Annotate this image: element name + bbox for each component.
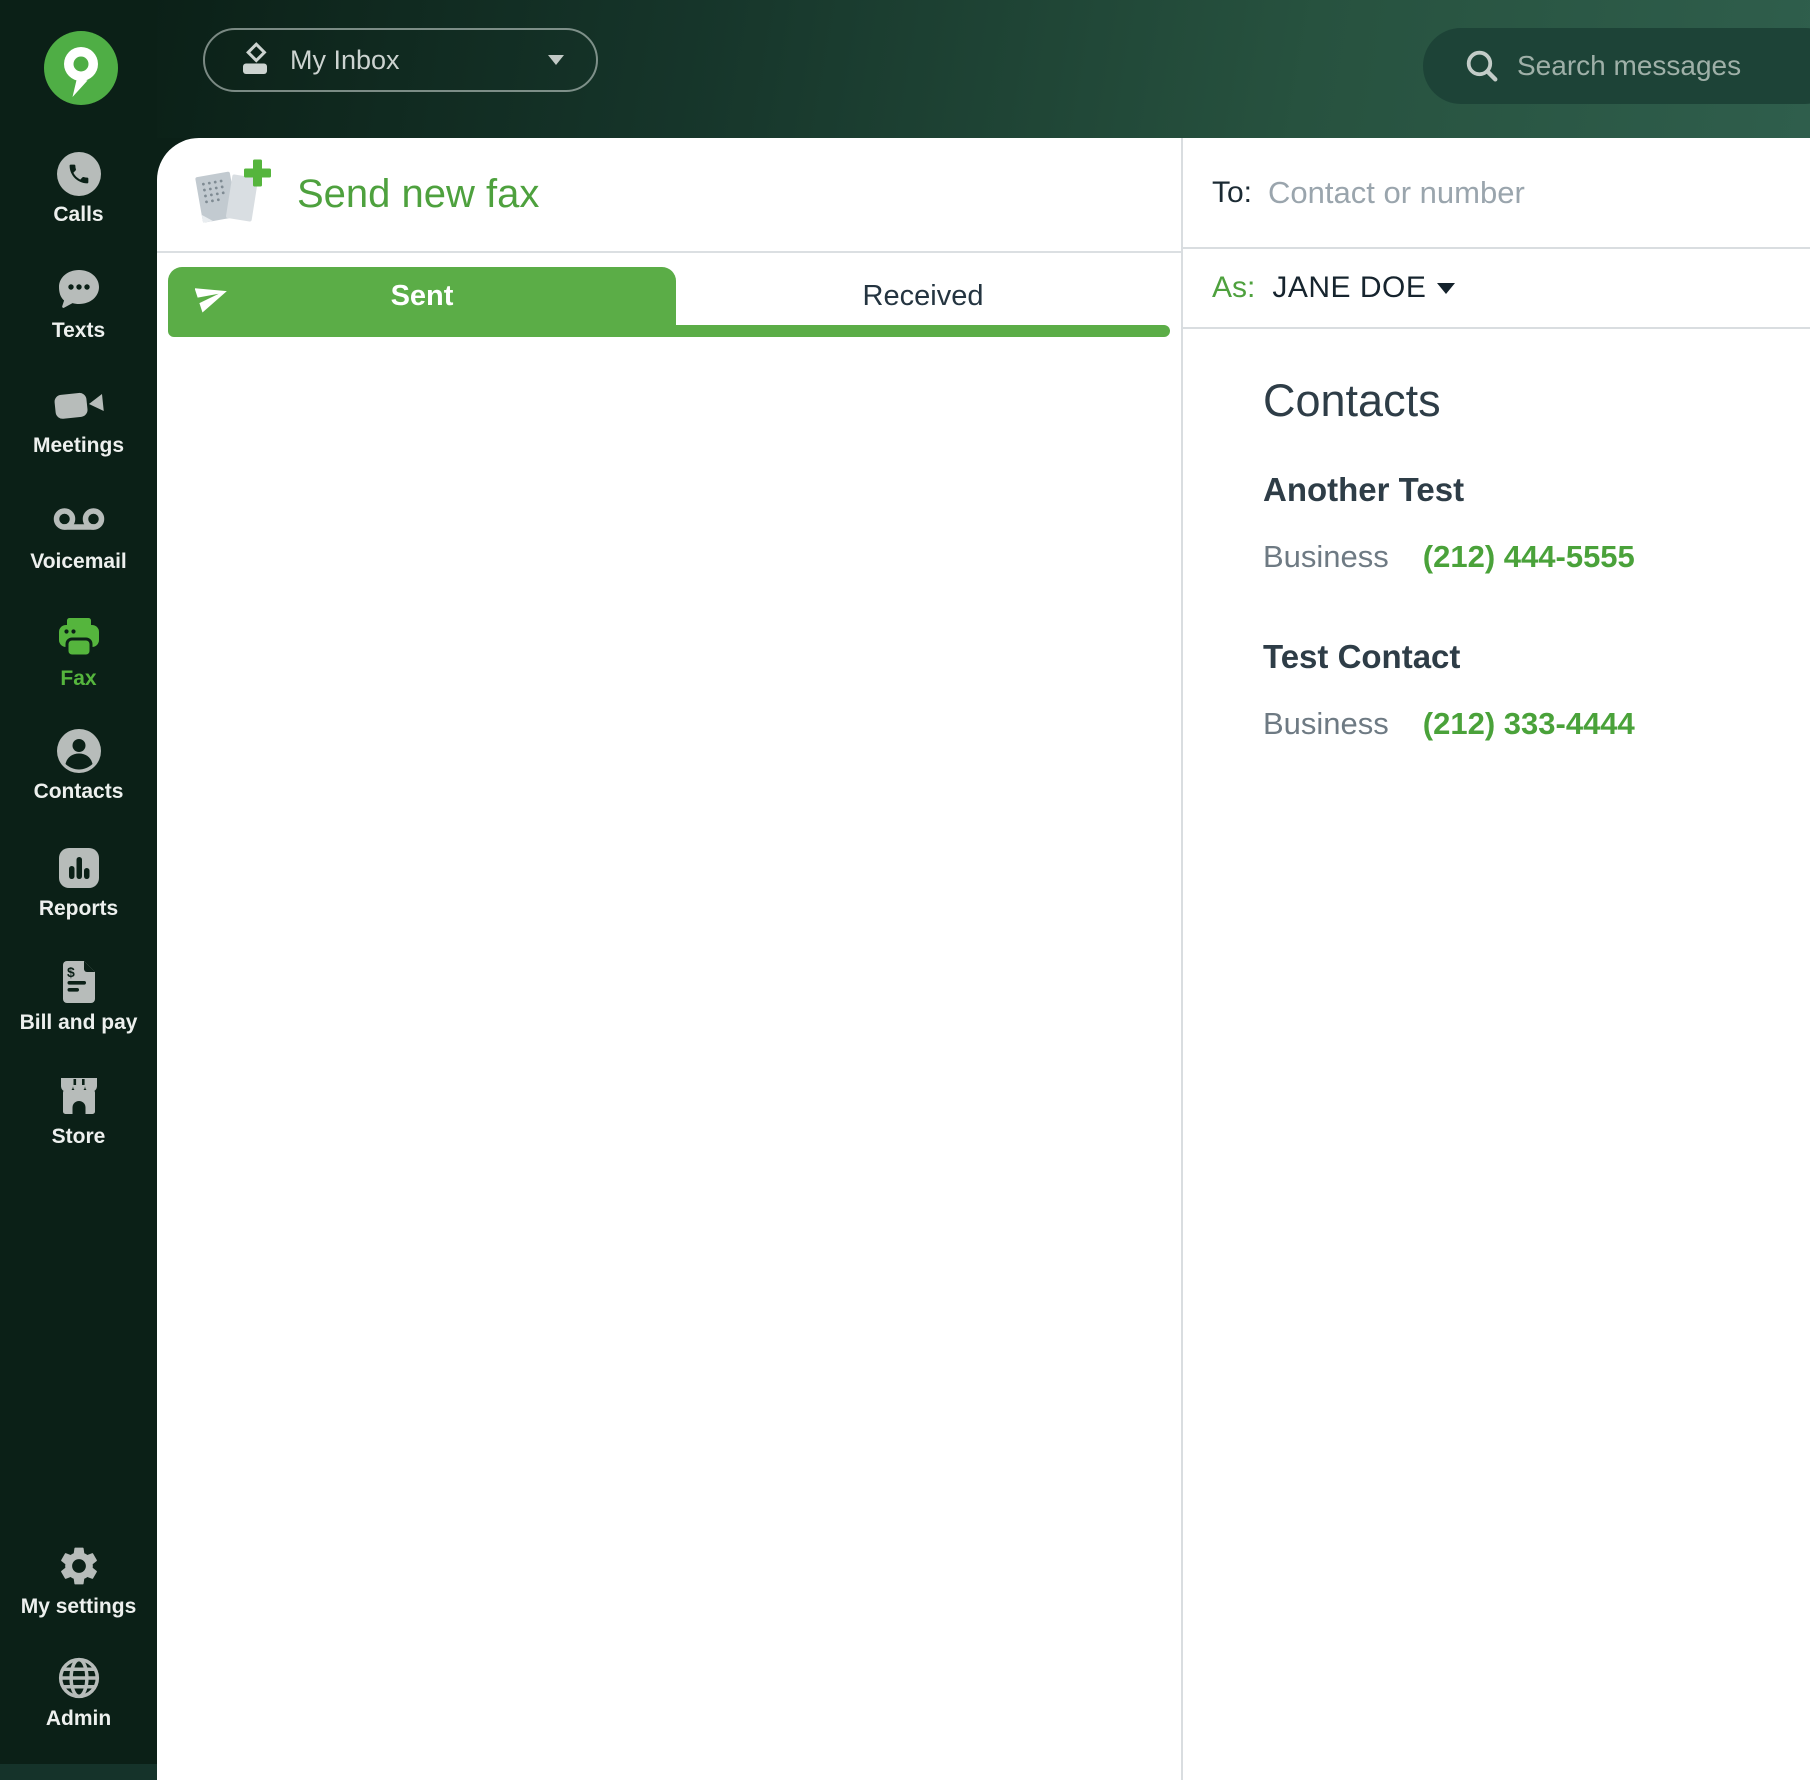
sidebar-bottom-strip bbox=[0, 1764, 157, 1780]
video-camera-icon bbox=[53, 386, 105, 424]
contacts-heading: Contacts bbox=[1263, 375, 1810, 427]
search-bar[interactable] bbox=[1423, 28, 1810, 104]
sidebar-item-label: Reports bbox=[39, 897, 118, 921]
bar-chart-icon bbox=[57, 846, 101, 890]
sidebar-item-label: Admin bbox=[46, 1707, 111, 1731]
fax-panel: Send new fax Sent Received bbox=[157, 138, 1181, 1780]
sidebar-item-bill-and-pay[interactable]: $ Bill and pay bbox=[0, 958, 157, 1035]
sidebar-item-label: Calls bbox=[53, 203, 103, 227]
sidebar-item-texts[interactable]: Texts bbox=[0, 266, 157, 343]
contact-number-row: Business (212) 333-4444 bbox=[1263, 706, 1810, 742]
sidebar-item-calls[interactable]: Calls bbox=[0, 150, 157, 227]
new-fax-icon bbox=[187, 158, 273, 238]
sidebar-item-meetings[interactable]: Meetings bbox=[0, 381, 157, 458]
topbar: My Inbox bbox=[0, 0, 1810, 138]
gear-icon bbox=[56, 1543, 102, 1589]
sidebar-item-label: My settings bbox=[21, 1595, 137, 1619]
contact-name: Test Contact bbox=[1263, 637, 1810, 677]
chevron-down-icon bbox=[548, 55, 564, 65]
compose-panel: To: As: JANE DOE Contacts Another Test B… bbox=[1181, 138, 1810, 1780]
fax-printer-icon bbox=[55, 616, 103, 660]
send-new-fax-button[interactable]: Send new fax bbox=[157, 138, 1181, 253]
sidebar-item-store[interactable]: Store bbox=[0, 1072, 157, 1149]
as-row: As: JANE DOE bbox=[1183, 249, 1810, 329]
person-icon bbox=[57, 729, 101, 773]
sidebar-item-reports[interactable]: Reports bbox=[0, 844, 157, 921]
sidebar-item-admin[interactable]: Admin bbox=[0, 1654, 157, 1731]
contacts-section: Contacts Another Test Business (212) 444… bbox=[1183, 329, 1810, 742]
sidebar-item-label: Texts bbox=[52, 319, 105, 343]
contact-number-type: Business bbox=[1263, 539, 1389, 575]
paper-plane-icon bbox=[195, 279, 229, 313]
tabs-underline bbox=[168, 325, 1170, 337]
contact-number-type: Business bbox=[1263, 706, 1389, 742]
invoice-icon: $ bbox=[59, 959, 99, 1005]
contact-name: Another Test bbox=[1263, 470, 1810, 510]
inbox-selector-label: My Inbox bbox=[290, 45, 400, 76]
voicemail-icon bbox=[53, 504, 105, 538]
tab-sent[interactable]: Sent bbox=[168, 267, 676, 325]
tab-received-label: Received bbox=[863, 280, 984, 313]
chat-bubble-icon bbox=[55, 268, 103, 312]
contact-number-row: Business (212) 444-5555 bbox=[1263, 539, 1810, 575]
contact-entry[interactable]: Another Test Business (212) 444-5555 bbox=[1263, 470, 1810, 575]
to-row: To: bbox=[1183, 138, 1810, 249]
sidebar-item-label: Voicemail bbox=[30, 550, 127, 574]
app-logo-icon[interactable] bbox=[44, 31, 118, 105]
search-input[interactable] bbox=[1515, 49, 1799, 83]
contact-number-link[interactable]: (212) 333-4444 bbox=[1423, 706, 1635, 742]
sidebar-item-my-settings[interactable]: My settings bbox=[0, 1542, 157, 1619]
tab-sent-label: Sent bbox=[391, 280, 454, 313]
sidebar: Calls Texts Meetings bbox=[0, 0, 157, 1780]
to-input[interactable] bbox=[1266, 174, 1710, 212]
contact-entry[interactable]: Test Contact Business (212) 333-4444 bbox=[1263, 637, 1810, 742]
sidebar-item-voicemail[interactable]: Voicemail bbox=[0, 497, 157, 574]
tab-received[interactable]: Received bbox=[676, 267, 1170, 325]
phone-icon bbox=[57, 152, 101, 196]
sidebar-item-label: Contacts bbox=[34, 780, 124, 804]
to-label: To: bbox=[1212, 176, 1252, 210]
contact-number-link[interactable]: (212) 444-5555 bbox=[1423, 539, 1635, 575]
sender-identity-dropdown[interactable]: JANE DOE bbox=[1272, 271, 1455, 305]
chevron-down-icon bbox=[1437, 283, 1455, 294]
svg-text:$: $ bbox=[67, 964, 75, 980]
globe-icon bbox=[57, 1656, 101, 1700]
search-icon bbox=[1463, 47, 1501, 85]
fax-tabs: Sent Received bbox=[168, 267, 1170, 337]
sidebar-item-contacts[interactable]: Contacts bbox=[0, 727, 157, 804]
sidebar-item-label: Bill and pay bbox=[20, 1011, 138, 1035]
as-label: As: bbox=[1212, 271, 1255, 305]
sidebar-item-fax[interactable]: Fax bbox=[0, 614, 157, 691]
sender-identity-value: JANE DOE bbox=[1272, 271, 1426, 305]
sidebar-item-label: Meetings bbox=[33, 434, 124, 458]
sidebar-item-label: Fax bbox=[60, 667, 96, 691]
sidebar-item-label: Store bbox=[52, 1125, 106, 1149]
send-new-fax-label: Send new fax bbox=[297, 172, 539, 217]
inbox-icon bbox=[237, 42, 273, 78]
storefront-icon bbox=[56, 1075, 102, 1117]
inbox-selector[interactable]: My Inbox bbox=[203, 28, 598, 92]
